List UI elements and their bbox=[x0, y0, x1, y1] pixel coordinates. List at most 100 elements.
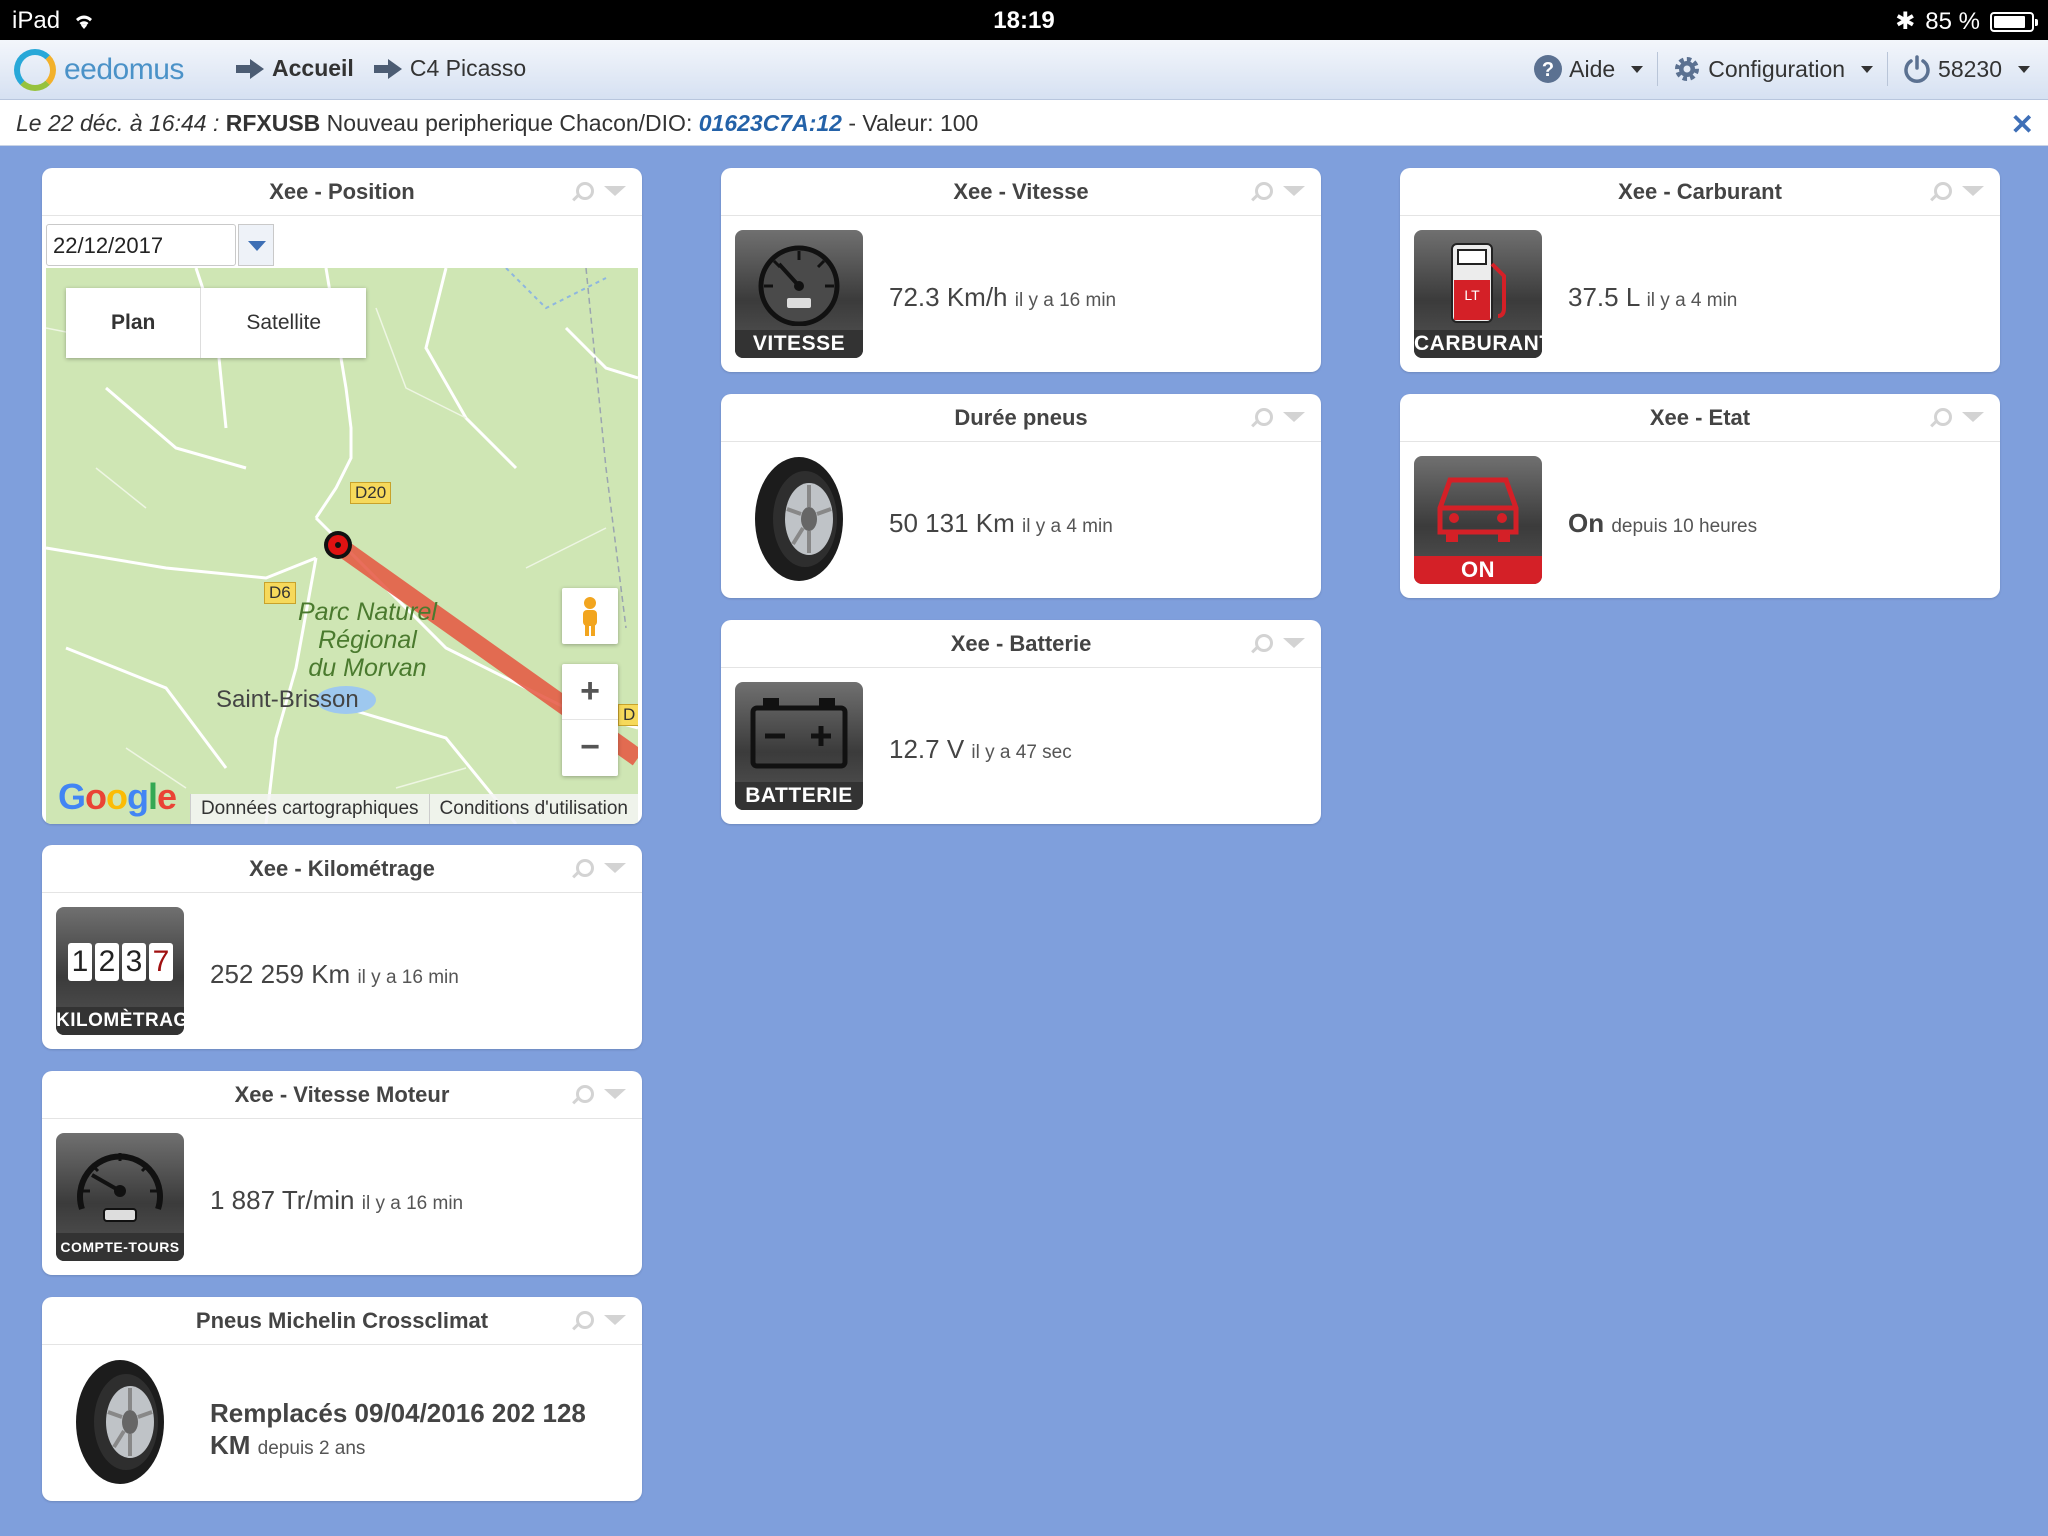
zoom-out-button[interactable]: − bbox=[562, 720, 618, 776]
svg-text:LT: LT bbox=[1464, 287, 1480, 303]
zoom-control: + − bbox=[562, 664, 618, 776]
search-icon[interactable] bbox=[1255, 634, 1273, 652]
widget-duree-pneus: Durée pneus 50 131 Km il y a 4 min bbox=[721, 394, 1321, 598]
speedometer-icon: VITESSE bbox=[735, 230, 863, 358]
search-icon[interactable] bbox=[576, 1085, 594, 1103]
ios-status-bar: iPad 18:19 ✱ 85 % bbox=[0, 0, 2048, 40]
widget-vitesse-moteur: Xee - Vitesse Moteur COMPTE-TOURS 1 887 … bbox=[42, 1071, 642, 1275]
help-label: Aide bbox=[1569, 55, 1616, 82]
tile-caption: CARBURANT bbox=[1414, 330, 1542, 358]
widget-title: Xee - Vitesse Moteur bbox=[234, 1082, 450, 1107]
arrow-right-icon bbox=[373, 58, 402, 79]
chevron-down-icon[interactable] bbox=[604, 186, 626, 196]
search-icon[interactable] bbox=[1255, 408, 1273, 426]
widget-etat: Xee - Etat ON On depuis 10 heures bbox=[1400, 394, 2000, 598]
bluetooth-icon: ✱ bbox=[1895, 8, 1916, 35]
tachometer-icon: COMPTE-TOURS bbox=[56, 1133, 184, 1261]
app-header: eedomus Accueil C4 Picasso ? Aide Config… bbox=[0, 40, 2048, 100]
chevron-down-icon bbox=[1861, 65, 1874, 73]
date-picker-input[interactable]: 22/12/2017 bbox=[46, 224, 236, 266]
widget-title: Xee - Etat bbox=[1649, 405, 1751, 430]
search-icon[interactable] bbox=[576, 859, 594, 877]
eedomus-logo[interactable]: eedomus bbox=[14, 49, 184, 91]
chevron-down-icon[interactable] bbox=[604, 1089, 626, 1099]
tire-icon bbox=[755, 457, 843, 581]
notification-code: 01623C7A:12 bbox=[698, 110, 842, 136]
notification-value: - Valeur: 100 bbox=[848, 110, 979, 136]
close-icon[interactable]: ✕ bbox=[2011, 108, 2034, 141]
odometer-digit: 7 bbox=[149, 943, 173, 981]
notification-source: RFXUSB bbox=[225, 110, 321, 136]
widget-title: Pneus Michelin Crossclimat bbox=[195, 1308, 489, 1333]
chevron-down-icon[interactable] bbox=[1283, 186, 1305, 196]
widget-carburant: Xee - Carburant LT CARBURANT 37.5 L il y… bbox=[1400, 168, 2000, 372]
chevron-down-icon[interactable] bbox=[1283, 412, 1305, 422]
chevron-down-icon[interactable] bbox=[1962, 186, 1984, 196]
configuration-menu[interactable]: Configuration bbox=[1658, 52, 1889, 86]
tile-caption: BATTERIE bbox=[735, 782, 863, 810]
terms-link[interactable]: Conditions d'utilisation bbox=[428, 794, 638, 824]
map-view[interactable]: Plan Satellite D20 D6 D Parc Naturel Rég… bbox=[46, 268, 638, 824]
road-label: D bbox=[618, 704, 638, 726]
search-icon[interactable] bbox=[1934, 182, 1952, 200]
account-label: 58230 bbox=[1938, 55, 2002, 82]
widget-value: 37.5 L il y a 4 min bbox=[1568, 282, 1738, 312]
tile-caption: ON bbox=[1414, 556, 1542, 584]
park-label: Parc Naturel Régional du Morvan bbox=[298, 598, 437, 682]
pegman-icon bbox=[583, 597, 597, 636]
svg-text:?: ? bbox=[1542, 59, 1554, 81]
chevron-down-icon[interactable] bbox=[1962, 412, 1984, 422]
odometer-digit: 2 bbox=[95, 943, 119, 981]
tile-caption: KILOMÈTRAGE bbox=[56, 1007, 184, 1035]
help-icon: ? bbox=[1534, 55, 1563, 83]
street-view-pegman[interactable] bbox=[562, 588, 618, 644]
nav-accueil-label: Accueil bbox=[272, 55, 354, 81]
odometer-icon: 1 2 3 7 KILOMÈTRAGE bbox=[56, 907, 184, 1035]
help-menu[interactable]: ? Aide bbox=[1519, 52, 1659, 86]
widget-value: 50 131 Km il y a 4 min bbox=[889, 508, 1113, 538]
map-type-toggle: Plan Satellite bbox=[66, 288, 367, 358]
widget-title: Xee - Vitesse bbox=[953, 179, 1089, 204]
notification-date: Le 22 déc. à 16:44 : bbox=[16, 110, 220, 136]
search-icon[interactable] bbox=[1934, 408, 1952, 426]
widget-kilometrage: Xee - Kilométrage 1 2 3 7 KILOMÈTRAGE 25… bbox=[42, 845, 642, 1049]
chevron-down-icon[interactable] bbox=[1283, 638, 1305, 648]
tire-icon bbox=[76, 1360, 164, 1484]
breadcrumb: Accueil C4 Picasso bbox=[236, 55, 526, 82]
zoom-in-button[interactable]: + bbox=[562, 664, 618, 720]
battery-icon bbox=[1990, 11, 2038, 32]
gear-icon bbox=[1675, 57, 1700, 81]
chevron-down-icon[interactable] bbox=[604, 1315, 626, 1325]
widget-title: Xee - Batterie bbox=[950, 631, 1092, 656]
widget-position: Xee - Position 22/12/2017 Plan Satellite… bbox=[42, 168, 642, 824]
fuel-pump-icon: LT CARBURANT bbox=[1414, 230, 1542, 358]
search-icon[interactable] bbox=[576, 1311, 594, 1329]
power-icon bbox=[1904, 55, 1930, 83]
search-icon[interactable] bbox=[576, 182, 594, 200]
account-menu[interactable]: 58230 bbox=[1888, 52, 2030, 86]
road-label: D20 bbox=[350, 482, 392, 504]
battery-car-icon: BATTERIE bbox=[735, 682, 863, 810]
chevron-down-icon[interactable] bbox=[604, 863, 626, 873]
widget-title: Durée pneus bbox=[954, 405, 1088, 430]
arrow-right-icon bbox=[236, 58, 264, 79]
map-type-satellite[interactable]: Satellite bbox=[201, 288, 366, 358]
car-state-icon: ON bbox=[1414, 456, 1542, 584]
widget-title: Xee - Position bbox=[269, 179, 415, 204]
widget-value: Remplacés 09/04/2016 202 128 KM depuis 2… bbox=[210, 1398, 586, 1460]
search-icon[interactable] bbox=[1255, 182, 1273, 200]
map-type-plan[interactable]: Plan bbox=[66, 288, 202, 358]
nav-c4-picasso[interactable]: C4 Picasso bbox=[373, 55, 526, 82]
odometer-digit: 1 bbox=[68, 943, 92, 981]
configuration-label: Configuration bbox=[1708, 55, 1846, 82]
widget-michelin: Pneus Michelin Crossclimat Remplacés 09/… bbox=[42, 1297, 642, 1501]
widget-title: Xee - Carburant bbox=[1618, 179, 1782, 204]
widget-value: On depuis 10 heures bbox=[1568, 508, 1758, 538]
tile-caption: COMPTE-TOURS bbox=[56, 1233, 184, 1261]
nav-accueil[interactable]: Accueil bbox=[236, 55, 354, 82]
date-picker-button[interactable] bbox=[238, 224, 274, 266]
widget-value: 12.7 V il y a 47 sec bbox=[889, 734, 1072, 764]
road-label: D6 bbox=[264, 582, 296, 604]
widget-value: 252 259 Km il y a 16 min bbox=[210, 959, 459, 989]
map-data-link[interactable]: Données cartographiques bbox=[189, 794, 429, 824]
